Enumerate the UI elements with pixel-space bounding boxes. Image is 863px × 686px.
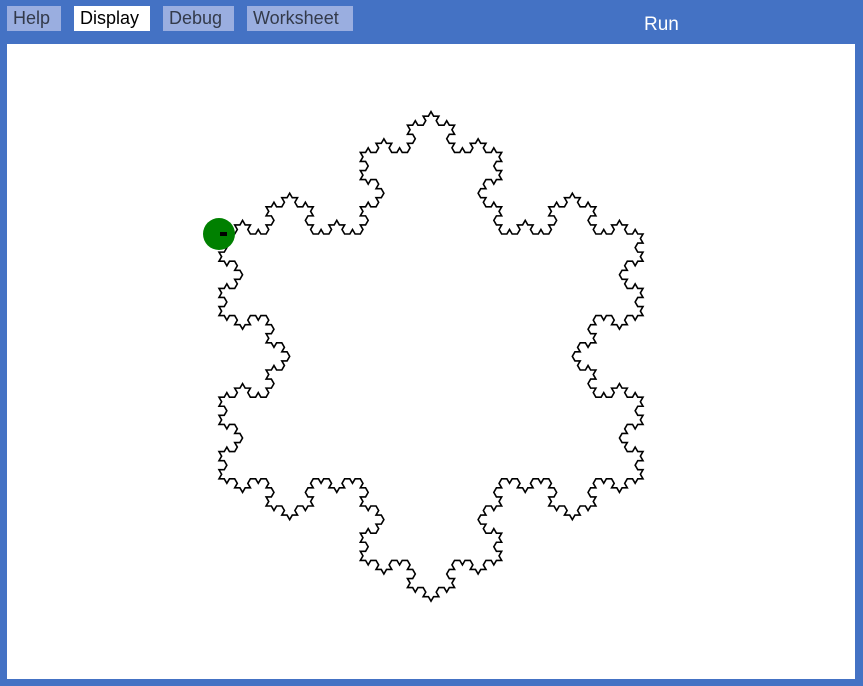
tab-worksheet[interactable]: Worksheet	[247, 6, 353, 31]
run-button[interactable]: Run	[632, 12, 691, 38]
koch-snowflake-icon	[217, 109, 645, 603]
tab-bar: Help Display Debug Worksheet Run	[0, 0, 863, 42]
tab-help[interactable]: Help	[7, 6, 61, 31]
drawing-surface	[203, 109, 645, 603]
tab-display[interactable]: Display	[74, 6, 150, 31]
app-window: Help Display Debug Worksheet Run	[0, 0, 863, 686]
turtle-icon	[203, 218, 235, 250]
tab-debug[interactable]: Debug	[163, 6, 234, 31]
display-canvas	[7, 44, 855, 679]
